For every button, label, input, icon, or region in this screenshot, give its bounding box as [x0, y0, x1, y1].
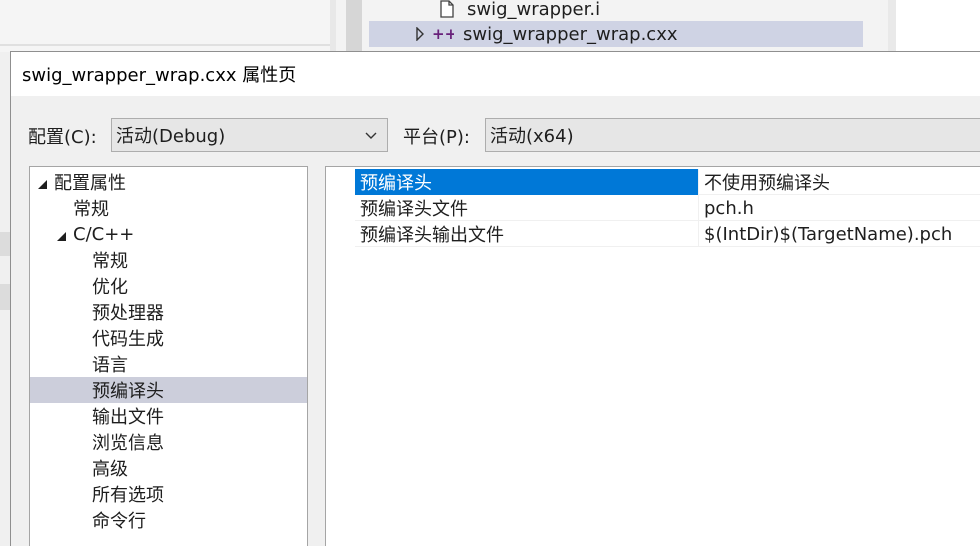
tree-item-label: 浏览信息: [92, 433, 164, 454]
tree-item-preprocessor[interactable]: 预处理器: [30, 299, 307, 325]
tree-item-label: C/C++: [73, 223, 135, 245]
tree-item-output-files[interactable]: 输出文件: [30, 403, 307, 429]
file-icon: [435, 0, 459, 19]
platform-dropdown[interactable]: 活动(x64): [485, 118, 980, 152]
configuration-value: 活动(Debug): [116, 126, 226, 147]
solution-explorer-item[interactable]: swig_wrapper.i: [369, 0, 863, 22]
tree-item-label: 命令行: [92, 511, 146, 532]
solution-explorer: swig_wrapper.i ++ swig_wrapper_wrap.cxx: [336, 0, 896, 52]
tree-item-label: 常规: [92, 251, 128, 272]
tree-item-language[interactable]: 语言: [30, 351, 307, 377]
solution-explorer-scrollbar[interactable]: [888, 0, 896, 52]
property-row[interactable]: 预编译头 不使用预编译头: [326, 169, 980, 195]
tree-item-label: 预编译头: [92, 381, 164, 402]
property-row-gutter: [326, 169, 355, 195]
tree-item-all-options[interactable]: 所有选项: [30, 481, 307, 507]
background-window-fragment: [0, 232, 10, 256]
configuration-row: 配置(C): 活动(Debug) 平台(P): 活动(x64): [11, 118, 980, 152]
property-grid: 预编译头 不使用预编译头 预编译头文件 pch.h 预编译头输出文件 $(Int…: [325, 166, 980, 546]
tree-item-config-properties[interactable]: 配置属性: [30, 169, 307, 195]
solution-explorer-scroll-edge: [346, 0, 362, 52]
tree-item-label: 高级: [92, 459, 128, 480]
background-window-edge: [0, 52, 10, 546]
property-name[interactable]: 预编译头文件: [355, 195, 698, 221]
svg-text:++: ++: [432, 26, 454, 42]
platform-label: 平台(P):: [403, 127, 470, 148]
property-value[interactable]: $(IntDir)$(TargetName).pch: [698, 221, 980, 247]
tree-item-label: 输出文件: [92, 407, 164, 428]
tree-item-label: 配置属性: [54, 173, 126, 194]
tree-item-optimization[interactable]: 优化: [30, 273, 307, 299]
property-row-gutter: [326, 195, 355, 221]
property-row[interactable]: 预编译头输出文件 $(IntDir)$(TargetName).pch: [326, 221, 980, 247]
platform-value: 活动(x64): [490, 126, 574, 147]
property-row[interactable]: 预编译头文件 pch.h: [326, 195, 980, 221]
tree-item-cpp-general[interactable]: 常规: [30, 247, 307, 273]
tree-item-cpp[interactable]: C/C++: [30, 221, 307, 247]
solution-explorer-item-selected[interactable]: ++ swig_wrapper_wrap.cxx: [369, 21, 863, 47]
tree-item-command-line[interactable]: 命令行: [30, 507, 307, 533]
tree-item-label: 语言: [92, 355, 128, 376]
chevron-down-icon[interactable]: [363, 127, 379, 143]
tree-item-advanced[interactable]: 高级: [30, 455, 307, 481]
configuration-label: 配置(C):: [28, 127, 97, 148]
property-value[interactable]: pch.h: [698, 195, 980, 221]
property-tree[interactable]: 配置属性 常规 C/C++ 常规 优化 预处理器 代码生成 语言 预编译头 输出…: [29, 166, 308, 546]
tree-item-code-generation[interactable]: 代码生成: [30, 325, 307, 351]
tree-item-label: 预处理器: [92, 303, 164, 324]
property-value[interactable]: 不使用预编译头: [698, 169, 980, 195]
tree-item-label: 常规: [73, 199, 109, 220]
background-window-fragment: [0, 284, 10, 310]
tree-item-label: 所有选项: [92, 485, 164, 506]
cpp-file-icon: ++: [431, 24, 455, 44]
collapse-triangle-icon[interactable]: [36, 175, 50, 189]
expand-arrow-icon[interactable]: [405, 27, 431, 41]
property-row-gutter: [326, 221, 355, 247]
configuration-dropdown[interactable]: 活动(Debug): [111, 118, 388, 152]
property-name[interactable]: 预编译头输出文件: [355, 221, 698, 247]
tree-item-general[interactable]: 常规: [30, 195, 307, 221]
background-divider: [0, 44, 330, 46]
tree-item-browse-information[interactable]: 浏览信息: [30, 429, 307, 455]
tree-item-label: 优化: [92, 277, 128, 298]
property-name[interactable]: 预编译头: [355, 169, 698, 195]
tree-item-label: 代码生成: [92, 329, 164, 350]
collapse-triangle-icon[interactable]: [55, 227, 69, 241]
dialog-title: swig_wrapper_wrap.cxx 属性页: [11, 52, 980, 96]
solution-explorer-item-label: swig_wrapper_wrap.cxx: [463, 23, 678, 45]
tree-item-precompiled-headers[interactable]: 预编译头: [30, 377, 307, 403]
property-pages-dialog: swig_wrapper_wrap.cxx 属性页 配置(C): 活动(Debu…: [10, 51, 980, 546]
solution-explorer-item-label: swig_wrapper.i: [467, 0, 601, 20]
